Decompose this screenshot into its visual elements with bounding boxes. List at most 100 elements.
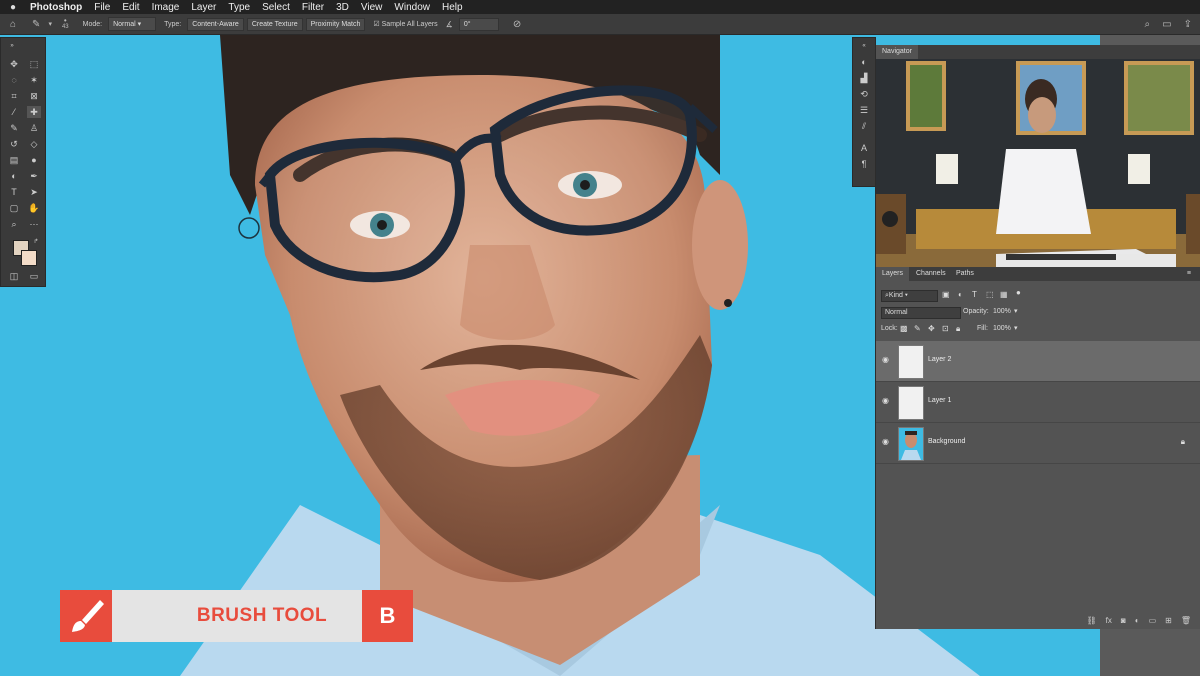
eraser-tool-icon[interactable]: ◇ [27, 138, 41, 150]
apple-icon[interactable]: ● [10, 2, 24, 13]
lock-all-icon[interactable]: 🔒︎ [956, 324, 960, 334]
history-icon[interactable]: ⟲ [853, 86, 875, 102]
gradient-tool-icon[interactable]: ▤ [7, 154, 21, 166]
path-selection-tool-icon[interactable]: ➤ [27, 186, 41, 198]
tab-navigator[interactable]: Navigator [876, 45, 918, 59]
background-color-swatch[interactable] [21, 250, 37, 266]
filter-type-icon[interactable]: T [972, 290, 977, 299]
fx-icon[interactable]: fx [1106, 616, 1112, 625]
group-folder-icon[interactable]: ▭ [1149, 616, 1157, 625]
menu-select[interactable]: Select [262, 2, 290, 13]
filter-toggle-icon[interactable]: ● [1016, 288, 1021, 297]
search-icon[interactable]: ⌕ [1145, 19, 1151, 30]
menu-window[interactable]: Window [394, 2, 430, 13]
dodge-tool-icon[interactable]: ◐ [7, 170, 21, 182]
history-brush-tool-icon[interactable]: ↺ [7, 138, 21, 150]
menu-layer[interactable]: Layer [191, 2, 216, 13]
eyedropper-tool-icon[interactable]: ⁄ [7, 106, 21, 118]
chevron-down-icon[interactable]: ▾ [1014, 324, 1018, 332]
panel-collapse-icon[interactable]: » [5, 40, 19, 52]
add-mask-icon[interactable]: ◙ [1121, 616, 1126, 625]
angle-input[interactable]: 0° [458, 17, 499, 31]
workspace-icon[interactable]: ▭ [1162, 19, 1171, 30]
tab-layers[interactable]: Layers [876, 267, 910, 281]
filter-adjustment-icon[interactable]: ◐ [958, 290, 963, 299]
home-icon[interactable]: ⌂ [10, 19, 16, 30]
chevron-down-icon[interactable]: ▾ [48, 20, 52, 28]
magic-wand-tool-icon[interactable]: ✶ [27, 74, 41, 86]
filter-pixel-icon[interactable]: ▣ [942, 290, 950, 299]
lock-artboard-icon[interactable]: ⊡ [942, 324, 949, 333]
link-layers-icon[interactable]: ⛓ [1087, 616, 1097, 625]
quick-mask-icon[interactable]: ◫ [7, 270, 21, 282]
new-layer-icon[interactable]: ⊞ [1165, 616, 1172, 625]
frame-tool-icon[interactable]: ⊠ [27, 90, 41, 102]
shortcut-key: B [379, 603, 396, 628]
menu-3d[interactable]: 3D [336, 2, 349, 13]
clone-stamp-tool-icon[interactable]: ♙ [27, 122, 41, 134]
share-icon[interactable]: ⇪ [1184, 19, 1192, 30]
adjustment-layer-icon[interactable]: ◐ [1135, 616, 1140, 625]
layer-row[interactable]: ◉ Layer 1 [876, 382, 1200, 423]
filter-smart-object-icon[interactable]: ▦ [1000, 290, 1008, 299]
chevron-down-icon[interactable]: ▾ [1014, 307, 1018, 315]
lock-transparent-icon[interactable]: ▩ [900, 324, 908, 333]
pressure-icon[interactable]: ⊘ [513, 19, 521, 30]
sample-all-layers-checkbox[interactable]: ☑ Sample All Layers [373, 20, 437, 28]
more-tools-icon[interactable]: ⋯ [27, 218, 41, 230]
brush-tool-icon[interactable]: ✎ [7, 122, 21, 134]
lasso-tool-icon[interactable]: ◌ [7, 74, 21, 86]
pen-tool-icon[interactable]: ✒ [27, 170, 41, 182]
tab-channels[interactable]: Channels [910, 267, 952, 281]
paragraph-icon[interactable]: ¶ [853, 156, 875, 172]
type-create-texture-button[interactable]: Create Texture [246, 17, 303, 31]
lock-position-icon[interactable]: ✥ [928, 324, 935, 333]
screen-mode-icon[interactable]: ▭ [27, 270, 41, 282]
menu-type[interactable]: Type [228, 2, 250, 13]
filter-kind-select[interactable]: ⌕Kind ▾ [881, 290, 938, 302]
move-tool-icon[interactable]: ✥ [7, 58, 21, 70]
menu-file[interactable]: File [94, 2, 110, 13]
character-icon[interactable]: A [853, 140, 875, 156]
healing-brush-tool-icon[interactable]: ✚ [27, 106, 41, 118]
histogram-icon[interactable]: ▟ [853, 70, 875, 86]
swap-colors-icon[interactable]: ↱ [29, 236, 43, 248]
menu-edit[interactable]: Edit [122, 2, 139, 13]
layer-row[interactable]: ◉ Layer 2 [876, 341, 1200, 382]
menu-help[interactable]: Help [442, 2, 463, 13]
menu-image[interactable]: Image [152, 2, 180, 13]
visibility-eye-icon[interactable]: ◉ [882, 355, 892, 365]
mode-select[interactable]: Normal ▾ [108, 17, 157, 31]
panel-menu-icon[interactable]: ≡ [1181, 267, 1197, 281]
zoom-tool-icon[interactable]: ⌕ [7, 218, 21, 230]
fill-input[interactable]: 100% [991, 324, 1023, 334]
type-tool-icon[interactable]: T [7, 186, 21, 198]
app-menu[interactable]: Photoshop [30, 2, 82, 13]
adjustments-icon[interactable]: ◐ [853, 54, 875, 70]
blur-tool-icon[interactable]: ● [27, 154, 41, 166]
visibility-eye-icon[interactable]: ◉ [882, 396, 892, 406]
menu-view[interactable]: View [361, 2, 383, 13]
trash-icon[interactable]: 🗑︎ [1181, 616, 1191, 625]
brush-settings-icon[interactable]: ⫽ [853, 118, 875, 134]
hand-tool-icon[interactable]: ✋ [27, 202, 41, 214]
brush-preset-picker[interactable]: • 43 [62, 17, 69, 31]
marquee-tool-icon[interactable]: ⬚ [27, 58, 41, 70]
type-content-aware-button[interactable]: Content-Aware [187, 17, 244, 31]
filter-shape-icon[interactable]: ⬚ [986, 290, 994, 299]
visibility-eye-icon[interactable]: ◉ [882, 437, 892, 447]
layer-row[interactable]: ◉ Background 🔒︎ [876, 423, 1200, 464]
lock-image-icon[interactable]: ✎ [914, 324, 921, 333]
menu-filter[interactable]: Filter [302, 2, 324, 13]
shape-tool-icon[interactable]: ▢ [7, 202, 21, 214]
navigator-preview[interactable] [876, 59, 1200, 267]
properties-icon[interactable]: ☰ [853, 102, 875, 118]
crop-tool-icon[interactable]: ⌗ [7, 90, 21, 102]
panel-collapse-icon[interactable]: « [853, 38, 875, 54]
blend-mode-select[interactable]: Normal [881, 307, 961, 319]
type-proximity-match-button[interactable]: Proximity Match [305, 17, 366, 31]
tab-paths[interactable]: Paths [950, 267, 980, 281]
opacity-input[interactable]: 100% [991, 307, 1023, 317]
healing-brush-icon[interactable]: ✎ [32, 19, 40, 30]
layers-filter-row: ⌕Kind ▾ ▣ ◐ T ⬚ ▦ ● [876, 288, 1200, 304]
